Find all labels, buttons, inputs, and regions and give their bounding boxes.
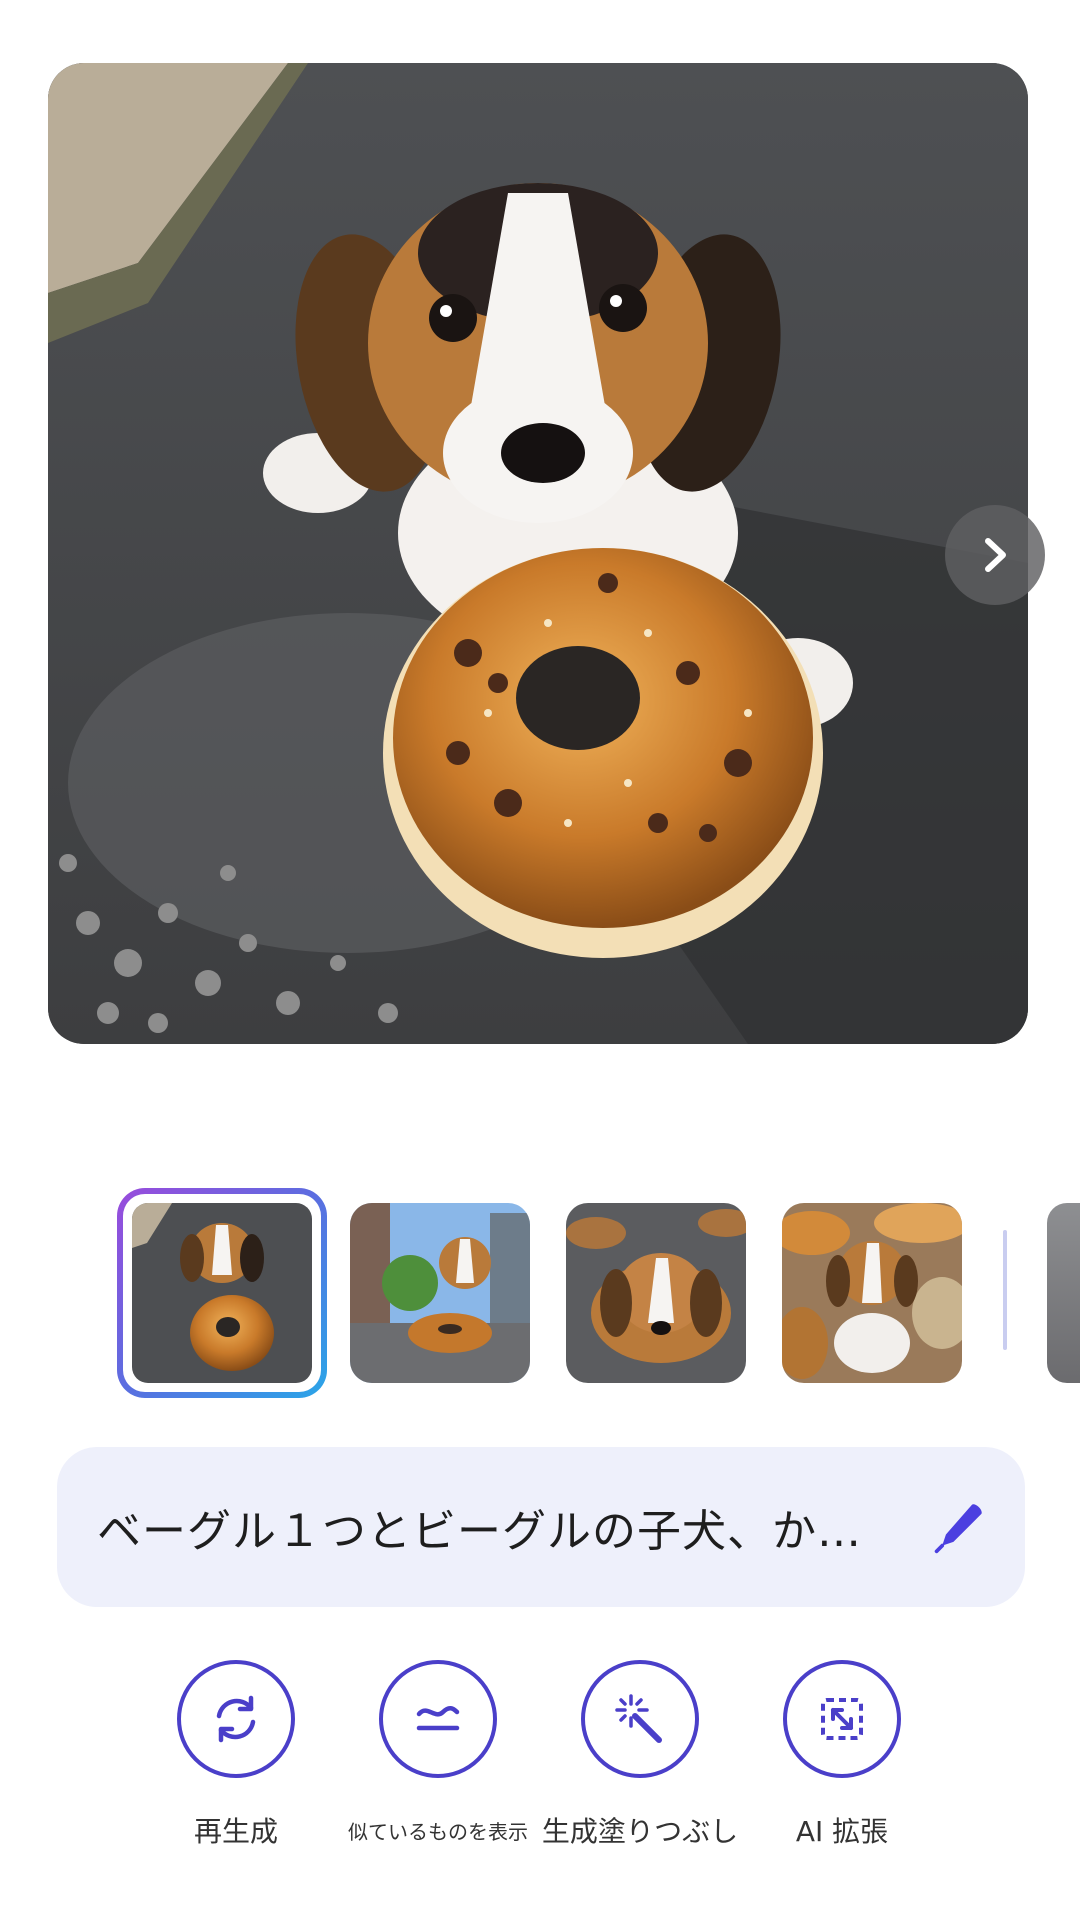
- puppy-with-bagel-image: [48, 63, 1028, 1044]
- approx-equal-icon: [416, 1706, 460, 1731]
- thumbnail-image: [566, 1203, 746, 1383]
- show-similar-circle[interactable]: [379, 1660, 497, 1778]
- thumbnail-4[interactable]: [782, 1203, 962, 1383]
- ai-expand-button[interactable]: AI 拡張: [742, 1660, 942, 1850]
- ai-expand-circle[interactable]: [783, 1660, 901, 1778]
- thumbnail-3[interactable]: [566, 1203, 746, 1383]
- thumbnail-strip[interactable]: [0, 1188, 1080, 1398]
- thumbnail-image: [132, 1203, 312, 1383]
- thumbnail-2[interactable]: [350, 1203, 530, 1383]
- refresh-icon: [216, 1695, 256, 1743]
- show-similar-button[interactable]: 似ているものを表示: [338, 1660, 538, 1845]
- thumbnail-5-partial[interactable]: [1047, 1203, 1080, 1383]
- regenerate-circle[interactable]: [177, 1660, 295, 1778]
- regenerate-label: 再生成: [193, 1815, 278, 1848]
- prompt-bar[interactable]: ベーグル１つとビーグルの子犬、か…: [57, 1447, 1025, 1607]
- action-bar: 再生成 似ているものを表示 生成塗りつぶし AI 拡張: [0, 1660, 1080, 1860]
- show-similar-label: 似ているものを表示: [348, 1820, 528, 1844]
- next-image-button[interactable]: [945, 505, 1045, 605]
- generative-fill-button[interactable]: 生成塗りつぶし: [540, 1660, 740, 1850]
- thumbnail-image: [782, 1203, 962, 1383]
- magic-wand-icon: [615, 1694, 662, 1743]
- thumbnail-scroll-indicator: [1003, 1230, 1007, 1350]
- regenerate-button[interactable]: 再生成: [136, 1660, 336, 1850]
- thumbnail-1-selected[interactable]: [117, 1188, 327, 1398]
- generative-fill-circle[interactable]: [581, 1660, 699, 1778]
- ai-expand-label: AI 拡張: [795, 1815, 889, 1848]
- pencil-icon[interactable]: [929, 1497, 989, 1557]
- expand-icon: [821, 1698, 863, 1740]
- thumbnail-image: [350, 1203, 530, 1383]
- generative-fill-label: 生成塗りつぶし: [541, 1815, 739, 1848]
- prompt-text: ベーグル１つとビーグルの子犬、か…: [97, 1506, 862, 1557]
- generated-image[interactable]: [48, 63, 1028, 1044]
- chevron-right-icon: [985, 538, 1006, 572]
